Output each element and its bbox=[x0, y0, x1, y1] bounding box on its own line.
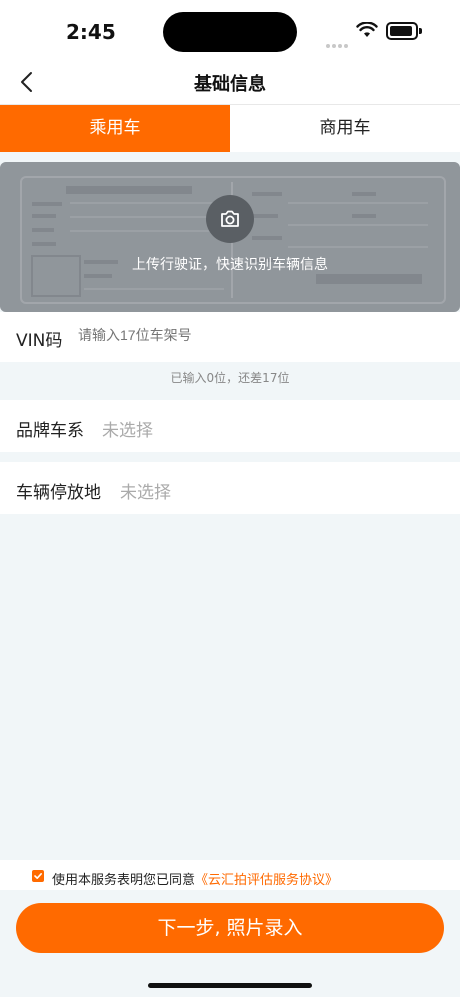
tab-commercial-vehicle[interactable]: 商用车 bbox=[230, 105, 460, 152]
vin-input[interactable] bbox=[78, 327, 438, 343]
battery-icon bbox=[386, 22, 422, 40]
signal-icon bbox=[326, 33, 350, 52]
agreement-checkbox[interactable] bbox=[32, 870, 44, 882]
agreement-text: 使用本服务表明您已同意《云汇拍评估服务协议》 bbox=[52, 869, 338, 888]
agreement-statement: 使用本服务表明您已同意 bbox=[52, 873, 196, 888]
agreement-link[interactable]: 《云汇拍评估服务协议》 bbox=[195, 873, 338, 888]
upload-prompt: 上传行驶证，快速识别车辆信息 bbox=[132, 257, 328, 273]
parking-label: 车辆停放地 bbox=[16, 483, 101, 503]
home-indicator bbox=[148, 983, 312, 988]
vin-hint: 已输入0位，还差17位 bbox=[170, 371, 290, 385]
next-step-button[interactable]: 下一步, 照片录入 bbox=[16, 903, 444, 953]
dynamic-island bbox=[163, 12, 297, 52]
wifi-icon bbox=[356, 21, 378, 42]
brand-label: 品牌车系 bbox=[16, 421, 84, 441]
camera-icon[interactable] bbox=[206, 195, 254, 243]
tab-passenger-car[interactable]: 乘用车 bbox=[0, 105, 230, 152]
status-time: 2:45 bbox=[66, 20, 116, 44]
nav-bar: 基础信息 bbox=[0, 60, 460, 105]
brand-value[interactable]: 未选择 bbox=[102, 416, 153, 441]
page-title: 基础信息 bbox=[194, 74, 266, 95]
parking-value[interactable]: 未选择 bbox=[120, 478, 171, 503]
vehicle-type-tabs: 乘用车 商用车 bbox=[0, 105, 460, 152]
vin-label: VIN码 bbox=[16, 331, 63, 351]
